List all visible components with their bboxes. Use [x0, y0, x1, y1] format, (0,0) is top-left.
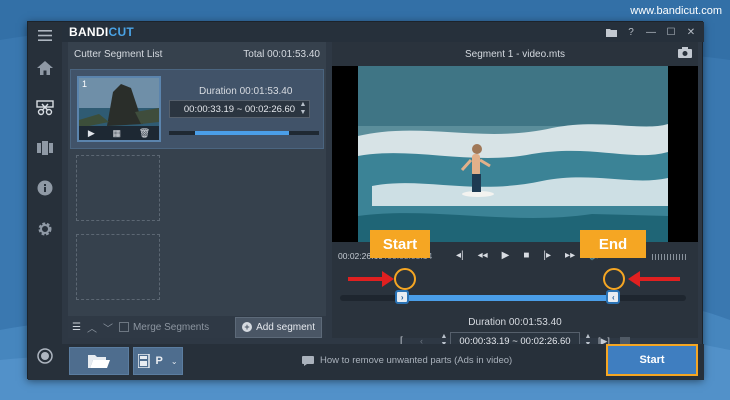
trash-icon[interactable]: 🗑	[139, 128, 150, 139]
prev-frame-icon[interactable]: ◂|	[456, 250, 464, 261]
end-time-stepper[interactable]: ▲▼	[297, 100, 309, 118]
next-frame-icon[interactable]: ▸▸	[565, 250, 575, 261]
start-button[interactable]: Start	[606, 344, 698, 376]
start-highlight-ring	[394, 268, 416, 290]
minimize-icon[interactable]: —	[642, 24, 660, 40]
end-handle[interactable]: ‹	[606, 290, 621, 304]
segment-number: 1	[82, 79, 88, 89]
video-mode-icon	[138, 354, 151, 368]
website-url: www.bandicut.com	[630, 5, 722, 17]
segment-list-footer: ☰ ︿ ﹀ Merge Segments + Add segment	[68, 316, 326, 338]
bottom-toolbar: P ⌄ How to remove unwanted parts (Ads in…	[62, 344, 704, 380]
selected-range	[402, 295, 614, 301]
menu-icon[interactable]	[34, 24, 56, 46]
chat-icon	[302, 355, 314, 366]
plus-icon: +	[242, 322, 253, 332]
open-file-button[interactable]	[69, 347, 129, 375]
segment-duration: Duration 00:01:53.40	[199, 86, 293, 97]
window-controls: ? — ☐ ✕	[602, 24, 700, 40]
end-callout: End	[580, 230, 646, 258]
settings-icon[interactable]	[34, 218, 56, 240]
move-down-icon[interactable]: ﹀	[103, 320, 113, 335]
maximize-icon[interactable]: ☐	[662, 24, 680, 40]
segment-list-panel: Cutter Segment List Total 00:01:53.40 1 …	[68, 42, 326, 338]
segment-time-range[interactable]: 00:00:33.19 ~ 00:02:26.60	[169, 100, 310, 118]
segment-list-header: Cutter Segment List Total 00:01:53.40	[68, 42, 326, 66]
title-bar: BANDICUT ? — ☐ ✕	[28, 22, 704, 42]
video-preview[interactable]	[332, 66, 698, 242]
bandicut-window: BANDICUT ? — ☐ ✕ Cutter Segment List Tot…	[27, 21, 704, 380]
cut-timeline[interactable]: › ‹	[340, 290, 686, 304]
volume-slider[interactable]	[652, 254, 688, 260]
thumbnail-controls: ▶ ▦ 🗑	[79, 126, 159, 140]
merge-segments-checkbox[interactable]: Merge Segments	[118, 322, 209, 333]
merge-icon[interactable]	[34, 137, 56, 159]
player-header: Segment 1 - video.mts	[332, 42, 698, 66]
forward-icon[interactable]: |▸	[543, 250, 551, 261]
segment-thumbnail[interactable]: 1 ▶ ▦ 🗑	[77, 76, 161, 142]
add-segment-button[interactable]: + Add segment	[235, 316, 322, 338]
record-icon[interactable]	[34, 345, 56, 367]
segment-list-title: Cutter Segment List	[74, 48, 163, 60]
stop-icon[interactable]: ■	[523, 250, 529, 261]
app-logo: BANDICUT	[69, 25, 135, 39]
chevron-down-icon: ⌄	[170, 356, 178, 366]
start-arrow	[348, 271, 394, 287]
camera-icon[interactable]	[678, 47, 692, 61]
start-callout: Start	[370, 230, 430, 258]
end-arrow	[628, 271, 680, 287]
empty-segment-slot	[76, 234, 160, 300]
empty-segment-slot	[76, 155, 160, 221]
end-highlight-ring	[603, 268, 625, 290]
player-title: Segment 1 - video.mts	[464, 48, 566, 60]
info-icon[interactable]	[34, 177, 56, 199]
total-duration: Total 00:01:53.40	[243, 48, 320, 60]
grid-icon[interactable]: ▦	[112, 128, 121, 139]
sidebar	[28, 22, 62, 380]
help-tip[interactable]: How to remove unwanted parts (Ads in vid…	[302, 355, 512, 366]
play-icon[interactable]: ▶	[88, 128, 95, 139]
play-icon[interactable]: ▶	[502, 250, 510, 261]
segment-progress-bar	[169, 131, 319, 135]
help-icon[interactable]: ?	[622, 24, 640, 40]
home-icon[interactable]	[34, 57, 56, 79]
start-handle[interactable]: ›	[395, 290, 410, 304]
close-icon[interactable]: ✕	[682, 24, 700, 40]
folder-open-icon	[88, 355, 110, 368]
player-panel: Segment 1 - video.mts 00:02:26.60 ◂| ◂◂ …	[332, 42, 698, 350]
segment-card[interactable]: 1 ▶ ▦ 🗑 Duration 00:01:53.40 ▲▼ 00:00:33…	[70, 69, 324, 149]
selection-duration: Duration 00:01:53.40	[468, 317, 562, 328]
folder-icon[interactable]	[602, 24, 620, 40]
list-options-icon[interactable]: ☰	[72, 322, 81, 333]
move-up-icon[interactable]: ︿	[87, 320, 97, 335]
rewind-icon[interactable]: ◂◂	[478, 250, 488, 261]
mode-label: P	[155, 355, 163, 367]
segment-progress-fill	[194, 131, 289, 135]
mode-select-button[interactable]: P ⌄	[133, 347, 183, 375]
cutter-icon[interactable]	[34, 97, 56, 119]
